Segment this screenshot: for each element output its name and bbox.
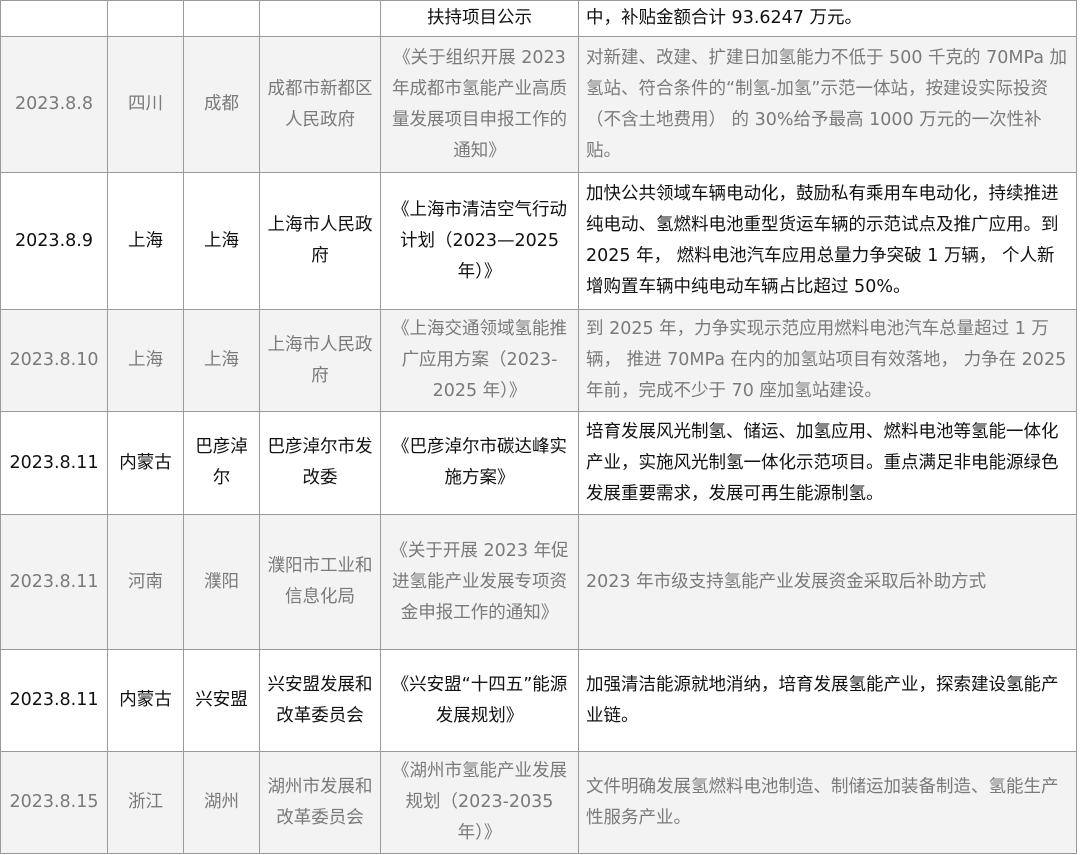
- province-cell: 四川: [107, 36, 184, 173]
- department-cell: 成都市新都区人民政府: [259, 36, 381, 173]
- department-cell: 兴安盟发展和改革委员会: [259, 649, 381, 752]
- province-cell: 河南: [107, 514, 184, 650]
- city-cell: 上海: [183, 309, 260, 412]
- province-cell: 内蒙古: [107, 411, 184, 515]
- city-cell: 濮阳: [183, 514, 260, 650]
- city-cell: 兴安盟: [183, 649, 260, 752]
- content-cell: 加快公共领域车辆电动化，鼓励私有乘用车电动化，持续推进纯电动、氢燃料电池重型货运…: [578, 172, 1077, 310]
- department-cell: 湖州市发展和改革委员会: [259, 751, 381, 854]
- title-cell: 《上海交通领域氢能推广应用方案（2023-2025 年）》: [380, 309, 579, 412]
- title-cell: 《上海市清洁空气行动计划（2023—2025 年）》: [380, 172, 579, 310]
- date-cell: 2023.8.11: [0, 514, 108, 650]
- date-cell: 2023.8.11: [0, 411, 108, 515]
- date-cell: 2023.8.9: [0, 172, 108, 310]
- province-cell: 内蒙古: [107, 649, 184, 752]
- city-cell: 上海: [183, 172, 260, 310]
- city-cell: 成都: [183, 36, 260, 173]
- province-cell: 上海: [107, 172, 184, 310]
- policy-table: 扶持项目公示 中，补贴金额合计 93.6247 万元。 2023.8.8 四川 …: [0, 0, 1077, 854]
- content-cell: 培育发展风光制氢、储运、加氢应用、燃料电池等氢能一体化产业，实施风光制氢一体化示…: [578, 411, 1077, 515]
- table-row: 2023.8.15 浙江 湖州 湖州市发展和改革委员会 《湖州市氢能产业发展规划…: [0, 751, 1077, 854]
- department-cell: 巴彦淖尔市发改委: [259, 411, 381, 515]
- title-cell: 《关于开展 2023 年促进氢能产业发展专项资金申报工作的通知》: [380, 514, 579, 650]
- date-cell: 2023.8.8: [0, 36, 108, 173]
- province-cell: 浙江: [107, 751, 184, 854]
- table-row: 2023.8.8 四川 成都 成都市新都区人民政府 《关于组织开展 2023 年…: [0, 36, 1077, 173]
- city-cell: 巴彦淖尔: [183, 411, 260, 515]
- title-cell: 《兴安盟“十四五”能源发展规划》: [380, 649, 579, 752]
- table-row: 2023.8.11 内蒙古 巴彦淖尔 巴彦淖尔市发改委 《巴彦淖尔市碳达峰实施方…: [0, 411, 1077, 515]
- province-cell: [107, 0, 184, 37]
- content-cell: 对新建、改建、扩建日加氢能力不低于 500 千克的 70MPa 加氢站、符合条件…: [578, 36, 1077, 173]
- table-row: 2023.8.11 河南 濮阳 濮阳市工业和信息化局 《关于开展 2023 年促…: [0, 514, 1077, 650]
- content-cell: 加强清洁能源就地消纳，培育发展氢能产业，探索建设氢能产业链。: [578, 649, 1077, 752]
- content-cell: 到 2025 年，力争实现示范应用燃料电池汽车总量超过 1 万辆， 推进 70M…: [578, 309, 1077, 412]
- title-cell: 《湖州市氢能产业发展规划（2023-2035 年）》: [380, 751, 579, 854]
- table-row: 2023.8.10 上海 上海 上海市人民政府 《上海交通领域氢能推广应用方案（…: [0, 309, 1077, 412]
- date-cell: 2023.8.11: [0, 649, 108, 752]
- content-cell: 2023 年市级支持氢能产业发展资金采取后补助方式: [578, 514, 1077, 650]
- date-cell: 2023.8.10: [0, 309, 108, 412]
- content-cell: 文件明确发展氢燃料电池制造、制储运加装备制造、氢能生产性服务产业。: [578, 751, 1077, 854]
- date-cell: [0, 0, 108, 37]
- title-cell: 《关于组织开展 2023 年成都市氢能产业高质量发展项目申报工作的通知》: [380, 36, 579, 173]
- title-cell: 扶持项目公示: [380, 0, 579, 37]
- title-cell: 《巴彦淖尔市碳达峰实施方案》: [380, 411, 579, 515]
- department-cell: 上海市人民政府: [259, 172, 381, 310]
- date-cell: 2023.8.15: [0, 751, 108, 854]
- city-cell: [183, 0, 260, 37]
- table-row: 2023.8.9 上海 上海 上海市人民政府 《上海市清洁空气行动计划（2023…: [0, 172, 1077, 310]
- table-row: 2023.8.11 内蒙古 兴安盟 兴安盟发展和改革委员会 《兴安盟“十四五”能…: [0, 649, 1077, 752]
- province-cell: 上海: [107, 309, 184, 412]
- department-cell: 濮阳市工业和信息化局: [259, 514, 381, 650]
- department-cell: 上海市人民政府: [259, 309, 381, 412]
- city-cell: 湖州: [183, 751, 260, 854]
- department-cell: [259, 0, 381, 37]
- content-cell: 中，补贴金额合计 93.6247 万元。: [578, 0, 1077, 37]
- table-row: 扶持项目公示 中，补贴金额合计 93.6247 万元。: [0, 0, 1077, 37]
